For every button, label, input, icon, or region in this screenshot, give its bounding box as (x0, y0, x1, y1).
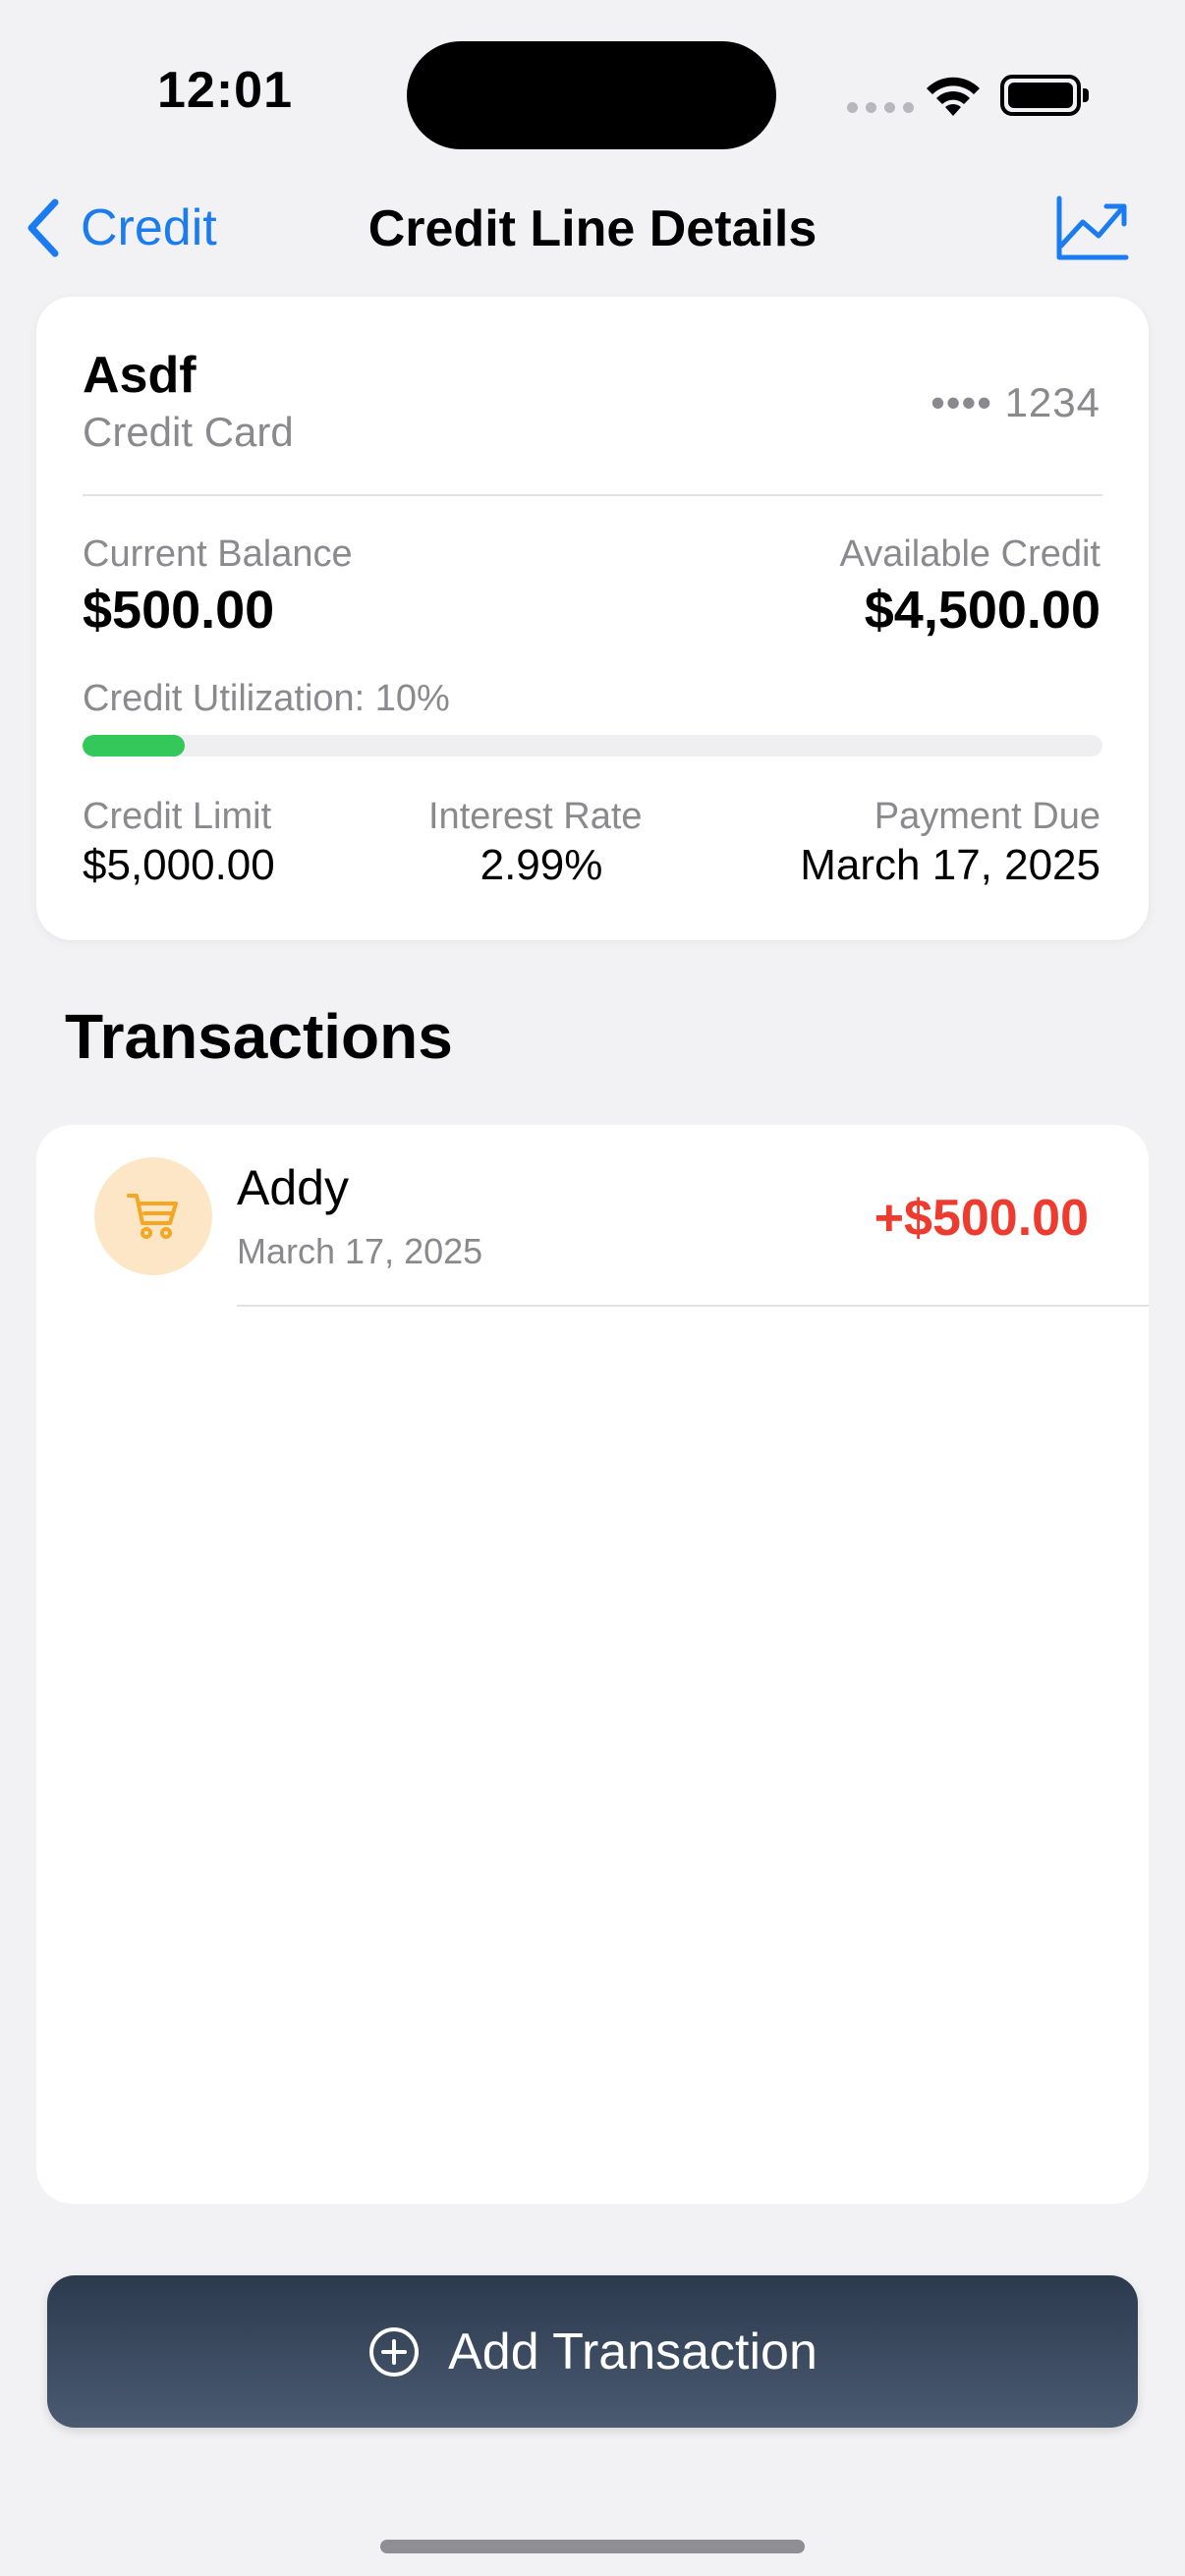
transaction-name[interactable]: Addy (237, 1159, 349, 1216)
transaction-amount: +$500.00 (874, 1190, 1089, 1247)
credit-limit-label: Credit Limit (83, 796, 272, 837)
dynamic-island (407, 41, 776, 149)
current-balance-label: Current Balance (83, 533, 353, 575)
transactions-list (36, 1125, 1149, 2204)
back-button[interactable]: Credit (24, 196, 217, 259)
current-balance-value: $500.00 (83, 581, 275, 640)
cart-icon (127, 1194, 178, 1239)
transaction-icon-container (94, 1157, 212, 1275)
chart-line-uptrend-icon[interactable] (1055, 195, 1130, 263)
payment-due-value: March 17, 2025 (800, 841, 1100, 889)
credit-utilization-fill (83, 735, 185, 756)
chevron-left-icon (28, 198, 59, 257)
transaction-date: March 17, 2025 (237, 1231, 483, 1271)
credit-utilization-label: Credit Utilization: 10% (83, 678, 450, 719)
battery-icon (1000, 75, 1089, 116)
status-time: 12:01 (157, 62, 293, 119)
interest-rate-label: Interest Rate (428, 796, 643, 837)
wifi-icon (927, 77, 980, 116)
home-indicator[interactable] (380, 2540, 805, 2553)
account-number: •••• 1234 (931, 379, 1100, 425)
account-name: Asdf (83, 347, 197, 404)
cellular-signal-icon (847, 102, 914, 113)
credit-utilization-bar (83, 735, 1102, 756)
credit-limit-value: $5,000.00 (83, 841, 275, 889)
add-transaction-label: Add Transaction (448, 2323, 818, 2380)
transaction-divider (237, 1305, 1149, 1307)
interest-rate-value: 2.99% (480, 841, 603, 889)
card-divider (83, 494, 1102, 496)
available-credit-label: Available Credit (839, 533, 1100, 575)
transactions-heading: Transactions (65, 1001, 453, 1072)
back-label: Credit (81, 199, 217, 256)
payment-due-label: Payment Due (874, 796, 1100, 837)
available-credit-value: $4,500.00 (864, 581, 1100, 640)
plus-circle-icon (369, 2326, 420, 2377)
add-transaction-button[interactable]: Add Transaction (47, 2275, 1138, 2428)
account-type: Credit Card (83, 409, 294, 455)
